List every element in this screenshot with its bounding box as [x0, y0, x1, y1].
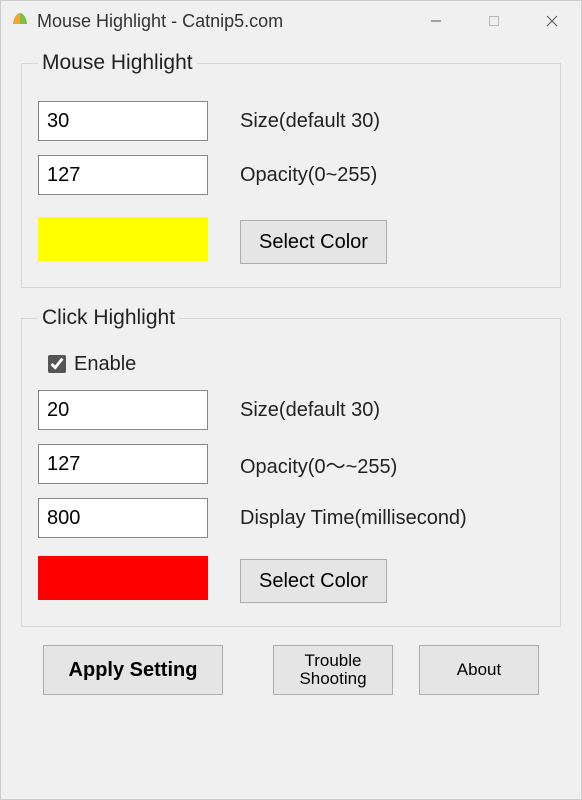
mh-opacity-input[interactable]	[38, 155, 208, 195]
mh-size-input[interactable]	[38, 101, 208, 141]
mouse-highlight-group: Mouse Highlight Size(default 30) Opacity…	[21, 51, 561, 288]
trouble-shooting-button[interactable]: Trouble Shooting	[273, 645, 393, 695]
close-icon	[546, 15, 558, 27]
mh-select-color-button[interactable]: Select Color	[240, 220, 387, 264]
ch-color-swatch	[38, 556, 208, 600]
ch-color-row: Select Color	[38, 556, 544, 606]
mh-color-row: Select Color	[38, 217, 544, 267]
window-title: Mouse Highlight - Catnip5.com	[37, 11, 407, 32]
ch-enable-label[interactable]: Enable	[74, 353, 136, 376]
ch-size-label: Size(default 30)	[240, 399, 380, 422]
about-button[interactable]: About	[419, 645, 539, 695]
ch-enable-checkbox[interactable]	[48, 355, 66, 373]
minimize-button[interactable]	[407, 1, 465, 41]
bottom-bar: Apply Setting Trouble Shooting About	[21, 645, 561, 695]
ch-opacity-input[interactable]	[38, 444, 208, 484]
ch-select-color-button[interactable]: Select Color	[240, 559, 387, 603]
trouble-line1: Trouble	[304, 651, 361, 670]
ch-opacity-row: Opacity(0～~255)	[38, 444, 544, 484]
mh-opacity-row: Opacity(0~255)	[38, 155, 544, 195]
minimize-icon	[430, 15, 442, 27]
mouse-highlight-legend: Mouse Highlight	[38, 51, 197, 75]
mh-color-swatch	[38, 217, 208, 261]
mh-size-label: Size(default 30)	[240, 110, 380, 133]
window-buttons	[407, 1, 581, 41]
app-icon	[9, 10, 31, 32]
title-bar: Mouse Highlight - Catnip5.com	[1, 1, 581, 41]
ch-size-row: Size(default 30)	[38, 390, 544, 430]
mh-opacity-label: Opacity(0~255)	[240, 164, 377, 187]
app-window: Mouse Highlight - Catnip5.com Mouse High…	[0, 0, 582, 800]
maximize-button[interactable]	[465, 1, 523, 41]
apply-setting-button[interactable]: Apply Setting	[43, 645, 223, 695]
ch-size-input[interactable]	[38, 390, 208, 430]
ch-displaytime-input[interactable]	[38, 498, 208, 538]
close-button[interactable]	[523, 1, 581, 41]
ch-displaytime-label: Display Time(millisecond)	[240, 507, 467, 530]
trouble-line2: Shooting	[299, 669, 366, 688]
ch-displaytime-row: Display Time(millisecond)	[38, 498, 544, 538]
ch-enable-row: Enable	[44, 352, 544, 376]
mh-size-row: Size(default 30)	[38, 101, 544, 141]
content-area: Mouse Highlight Size(default 30) Opacity…	[1, 41, 581, 695]
maximize-icon	[488, 15, 500, 27]
click-highlight-group: Click Highlight Enable Size(default 30) …	[21, 306, 561, 627]
ch-opacity-label: Opacity(0～~255)	[240, 450, 397, 479]
click-highlight-legend: Click Highlight	[38, 306, 179, 330]
